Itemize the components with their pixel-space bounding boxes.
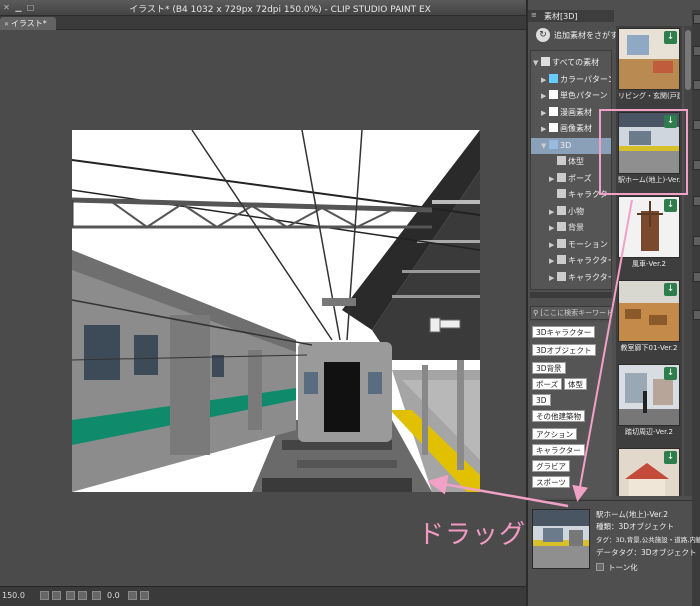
drag-arrows — [427, 199, 633, 508]
drag-annotation-label: ドラッグ — [418, 520, 527, 550]
